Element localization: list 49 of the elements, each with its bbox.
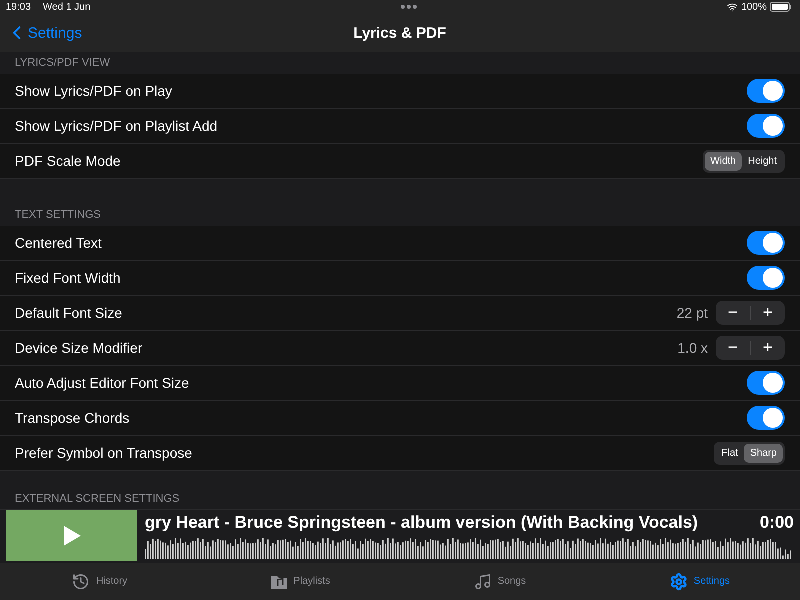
wifi-icon xyxy=(727,2,738,12)
toggle-switch[interactable] xyxy=(747,406,785,430)
toggle-switch[interactable] xyxy=(747,114,785,138)
toggle-switch[interactable] xyxy=(747,231,785,255)
setting-label: Show Lyrics/PDF on Playlist Add xyxy=(15,118,219,134)
tab-item[interactable]: Playlists xyxy=(200,563,400,600)
section-header: TEXT SETTINGS xyxy=(15,209,101,221)
setting-label: Default Font Size xyxy=(15,305,124,321)
track-time: 0:00 xyxy=(760,513,794,533)
setting-label: Prefer Symbol on Transpose xyxy=(15,445,194,461)
tab-item[interactable]: History xyxy=(0,563,200,600)
setting-label: Fixed Font Width xyxy=(15,270,122,286)
increment-button[interactable]: + xyxy=(751,301,785,325)
track-title: gry Heart - Bruce Springsteen - album version (With Backing Vocals) xyxy=(145,513,698,533)
increment-button[interactable]: + xyxy=(751,336,785,360)
toggle-switch[interactable] xyxy=(747,79,785,103)
stepper-value: 1.0 x xyxy=(678,340,708,356)
play-button[interactable] xyxy=(6,510,137,561)
decrement-button[interactable]: − xyxy=(716,301,750,325)
setting-label: Auto Adjust Editor Font Size xyxy=(15,375,190,391)
settings-icon xyxy=(670,572,688,590)
segment-option[interactable]: Flat xyxy=(716,444,744,462)
section-header: LYRICS/PDF VIEW xyxy=(15,57,110,69)
back-button[interactable]: Settings xyxy=(0,22,82,44)
tab-item[interactable]: Songs xyxy=(400,563,600,600)
history-icon xyxy=(72,572,90,590)
battery-percent: 100% xyxy=(741,2,768,12)
page-title: Lyrics & PDF xyxy=(354,24,446,42)
toggle-switch[interactable] xyxy=(747,371,785,395)
toggle-switch[interactable] xyxy=(747,266,785,290)
setting-label: Device Size Modifier xyxy=(15,340,144,356)
status-time: 19:03 xyxy=(6,2,32,12)
music-folder-icon xyxy=(270,574,288,590)
decrement-button[interactable]: − xyxy=(716,336,750,360)
segment-option[interactable]: Width xyxy=(704,152,742,170)
setting-label: Show Lyrics/PDF on Play xyxy=(15,83,174,99)
setting-label: PDF Scale Mode xyxy=(15,153,122,169)
status-date: Wed 1 Jun xyxy=(43,2,91,12)
more-dots-icon xyxy=(401,5,418,9)
play-icon xyxy=(62,524,82,546)
tab-item[interactable]: Settings xyxy=(600,563,800,600)
stepper-value: 22 pt xyxy=(676,305,708,321)
music-note-icon xyxy=(474,572,492,590)
segment-option[interactable]: Height xyxy=(742,152,783,170)
setting-label: Transpose Chords xyxy=(15,410,131,426)
battery-icon xyxy=(770,2,792,12)
section-header: EXTERNAL SCREEN SETTINGS xyxy=(15,493,180,505)
segment-option[interactable]: Sharp xyxy=(744,444,783,462)
setting-label: Centered Text xyxy=(15,235,103,251)
